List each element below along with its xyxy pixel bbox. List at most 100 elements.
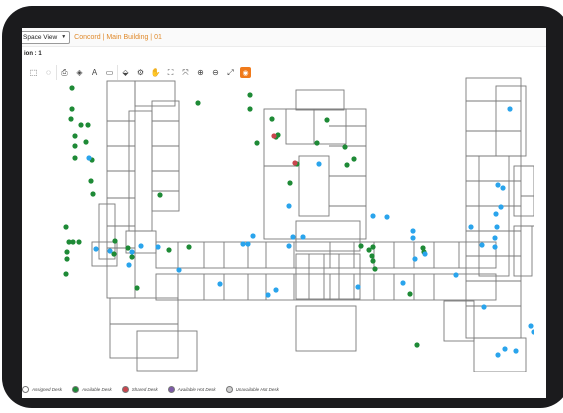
blue-desk-marker[interactable] [453,272,459,278]
blue-desk-marker[interactable] [240,241,246,247]
available-desk-marker[interactable] [64,249,70,255]
blue-desk-marker[interactable] [495,352,501,358]
available-desk-marker[interactable] [72,133,78,139]
legend-dot-icon [72,385,80,393]
available-desk-marker[interactable] [78,122,84,128]
available-desk-marker[interactable] [254,140,260,146]
blue-desk-marker[interactable] [513,348,519,354]
floor-plan[interactable] [34,76,537,373]
blue-desk-marker[interactable] [250,233,256,239]
available-desk-marker[interactable] [88,178,94,184]
available-desk-marker[interactable] [269,116,275,122]
blue-desk-marker[interactable] [155,244,161,250]
available-desk-marker[interactable] [247,106,253,112]
blue-desk-marker[interactable] [422,251,428,257]
breadcrumb[interactable]: Concord | Main Building | 01 [74,34,162,41]
available-desk-marker[interactable] [112,238,118,244]
blue-desk-marker[interactable] [495,182,501,188]
blue-desk-marker[interactable] [129,249,135,255]
blue-desk-marker[interactable] [245,241,251,247]
blue-desk-marker[interactable] [410,235,416,241]
available-desk-marker[interactable] [342,144,348,150]
blue-desk-marker[interactable] [410,228,416,234]
blue-desk-marker[interactable] [531,329,537,335]
legend-label: Available Desk [82,386,112,392]
available-desk-marker[interactable] [64,256,70,262]
legend-label: Assigned Desk [32,386,63,392]
blue-desk-marker[interactable] [273,287,279,293]
blue-desk-marker[interactable] [502,346,508,352]
available-desk-marker[interactable] [83,139,89,145]
available-desk-marker[interactable] [70,239,76,245]
available-desk-marker[interactable] [370,244,376,250]
available-desk-marker[interactable] [125,245,131,251]
blue-desk-marker[interactable] [481,304,487,310]
blue-desk-marker[interactable] [528,323,534,329]
available-desk-marker[interactable] [69,106,75,112]
legend-item-available: Available Desk [72,385,112,393]
blue-desk-marker[interactable] [492,244,498,250]
available-desk-marker[interactable] [157,192,163,198]
available-desk-marker[interactable] [358,243,364,249]
app-screen: Space View ▼ Concord | Main Building | 0… [22,28,546,398]
blue-desk-marker[interactable] [86,155,92,161]
blue-desk-marker[interactable] [355,284,361,290]
legend-label: Available Hot Desk [177,386,216,392]
blue-desk-marker[interactable] [290,234,296,240]
blue-desk-marker[interactable] [479,242,485,248]
available-desk-marker[interactable] [72,155,78,161]
available-desk-marker[interactable] [414,342,420,348]
available-desk-marker[interactable] [129,254,135,260]
blue-desk-marker[interactable] [494,224,500,230]
blue-desk-marker[interactable] [468,224,474,230]
tablet-frame: Space View ▼ Concord | Main Building | 0… [2,6,563,408]
view-select[interactable]: Space View ▼ [22,30,71,44]
blue-desk-marker[interactable] [286,243,292,249]
available-desk-marker[interactable] [247,92,253,98]
available-desk-marker[interactable] [314,140,320,146]
blue-desk-marker[interactable] [370,213,376,219]
available-desk-marker[interactable] [186,244,192,250]
shared-desk-marker[interactable] [271,133,277,139]
blue-desk-marker[interactable] [316,161,322,167]
blue-desk-marker[interactable] [384,214,390,220]
available-desk-marker[interactable] [76,239,82,245]
blue-desk-marker[interactable] [93,246,99,252]
blue-desk-marker[interactable] [286,203,292,209]
blue-desk-marker[interactable] [126,262,132,268]
legend-dot-icon [225,385,233,393]
available-desk-marker[interactable] [324,117,330,123]
blue-desk-marker[interactable] [138,243,144,249]
available-desk-marker[interactable] [68,116,74,122]
blue-desk-marker[interactable] [217,281,223,287]
blue-desk-marker[interactable] [507,106,513,112]
available-desk-marker[interactable] [90,191,96,197]
available-desk-marker[interactable] [351,156,357,162]
blue-desk-marker[interactable] [412,256,418,262]
available-desk-marker[interactable] [166,247,172,253]
available-desk-marker[interactable] [369,253,375,259]
blue-desk-marker[interactable] [492,235,498,241]
blue-desk-marker[interactable] [500,185,506,191]
available-desk-marker[interactable] [63,271,69,277]
available-desk-marker[interactable] [69,85,75,91]
available-desk-marker[interactable] [195,100,201,106]
blue-desk-marker[interactable] [107,248,113,254]
blue-desk-marker[interactable] [300,234,306,240]
shared-desk-marker[interactable] [292,160,298,166]
blue-desk-marker[interactable] [400,280,406,286]
available-desk-marker[interactable] [407,291,413,297]
blue-desk-marker[interactable] [498,204,504,210]
available-desk-marker[interactable] [63,224,69,230]
available-desk-marker[interactable] [370,258,376,264]
blue-desk-marker[interactable] [493,211,499,217]
available-desk-marker[interactable] [372,266,378,272]
available-desk-marker[interactable] [134,285,140,291]
available-desk-marker[interactable] [287,180,293,186]
blue-desk-marker[interactable] [176,267,182,273]
available-desk-marker[interactable] [344,162,350,168]
blue-desk-marker[interactable] [265,292,271,298]
floor-plan-svg[interactable] [34,76,537,373]
available-desk-marker[interactable] [72,143,78,149]
available-desk-marker[interactable] [85,122,91,128]
